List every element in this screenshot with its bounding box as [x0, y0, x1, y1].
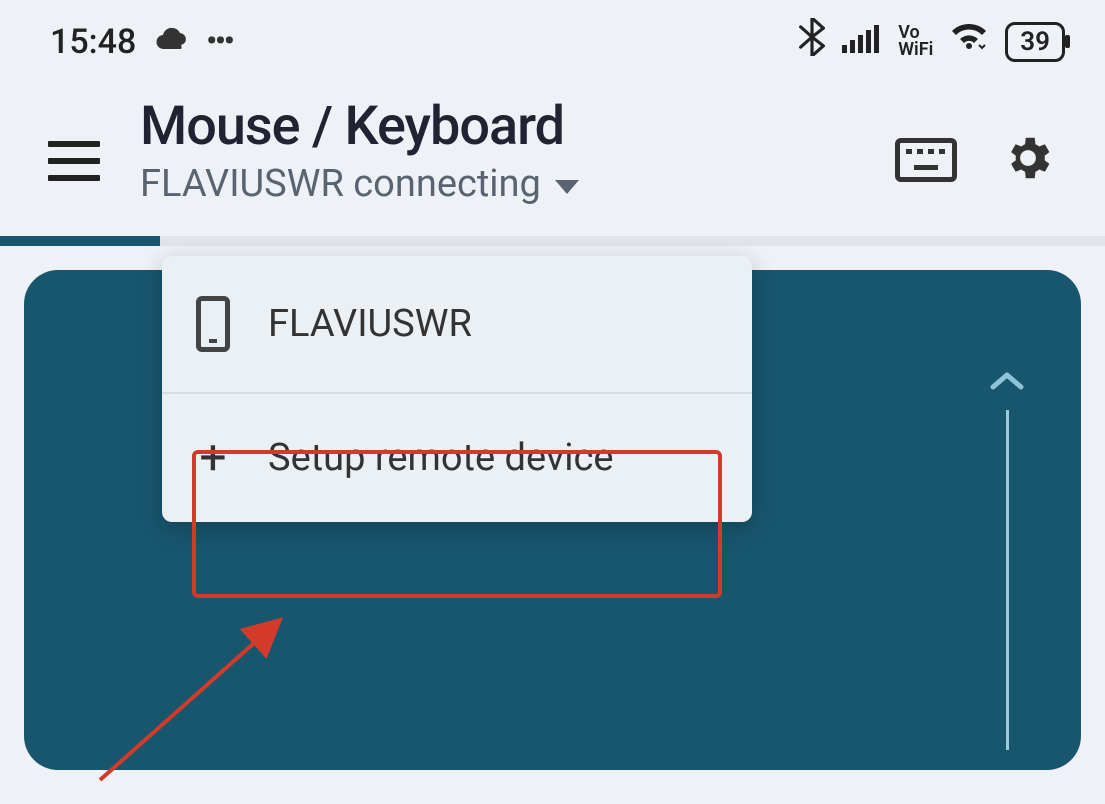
wifi-icon — [949, 21, 989, 62]
status-bar: 15:48 ••• Vo WiFi 39 — [0, 0, 1105, 75]
tab-indicator — [0, 236, 1105, 246]
toolbar — [895, 131, 1055, 189]
signal-icon — [842, 22, 882, 62]
setup-remote-device[interactable]: + Setup remote device — [162, 392, 752, 522]
device-item-flaviuswr[interactable]: FLAVIUSWR — [162, 256, 752, 392]
menu-button[interactable] — [48, 141, 100, 181]
vowifi-icon: Vo WiFi — [898, 25, 933, 57]
setup-label: Setup remote device — [268, 436, 614, 480]
app-bar: Mouse / Keyboard FLAVIUSWR connecting — [0, 75, 1105, 236]
title-block: Mouse / Keyboard FLAVIUSWR connecting — [140, 95, 865, 206]
status-left: 15:48 ••• — [50, 22, 233, 62]
bluetooth-icon — [798, 18, 826, 65]
page-title: Mouse / Keyboard — [140, 95, 865, 158]
device-selector[interactable]: FLAVIUSWR connecting — [140, 162, 865, 206]
chevron-up-icon[interactable] — [989, 354, 1025, 401]
plus-icon: + — [196, 434, 230, 482]
settings-button[interactable] — [1001, 131, 1055, 189]
battery-indicator: 39 — [1005, 22, 1065, 62]
device-dropdown: FLAVIUSWR + Setup remote device — [162, 256, 752, 522]
more-icon: ••• — [206, 24, 232, 59]
cloud-icon — [154, 24, 188, 59]
device-status: FLAVIUSWR connecting — [140, 162, 541, 206]
chevron-down-icon — [555, 180, 579, 194]
device-name: FLAVIUSWR — [268, 302, 472, 346]
phone-icon — [196, 296, 230, 352]
status-right: Vo WiFi 39 — [798, 18, 1065, 65]
scroll-indicator — [1006, 410, 1009, 750]
keyboard-icon[interactable] — [895, 138, 957, 182]
clock: 15:48 — [50, 22, 136, 62]
